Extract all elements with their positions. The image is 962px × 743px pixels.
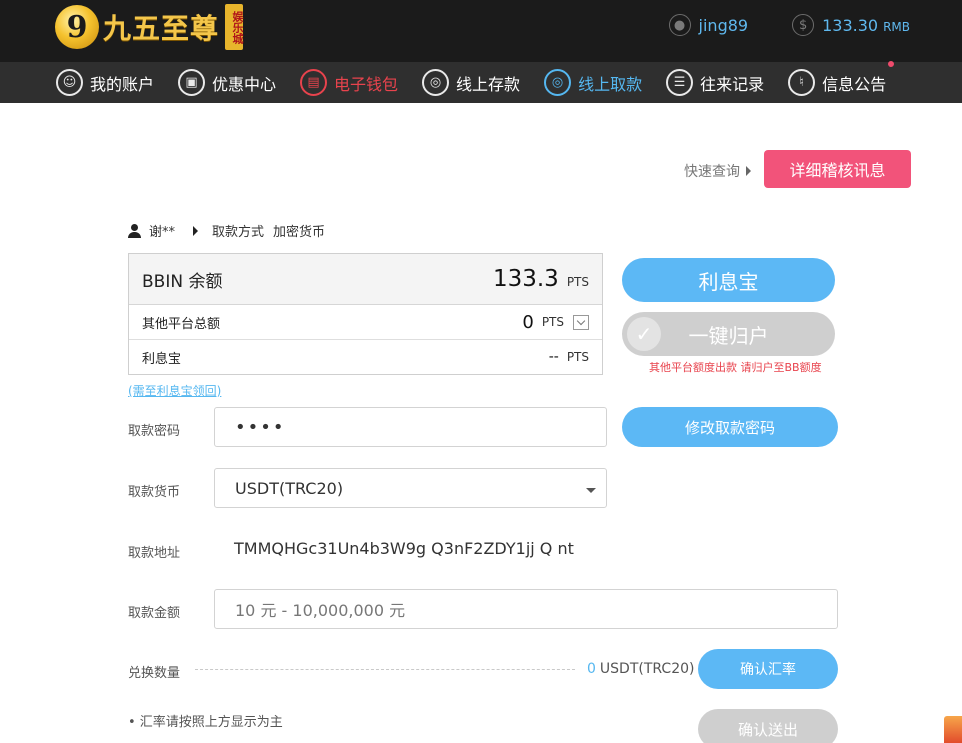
caret-right-icon	[193, 225, 199, 236]
balance-value: 133.30	[822, 15, 879, 35]
username[interactable]: jing89	[699, 16, 749, 35]
currency-selected-value: USDT(TRC20)	[235, 478, 344, 498]
nav-item-records[interactable]: ☰ 往来记录	[666, 69, 764, 96]
check-icon: ✓	[627, 317, 661, 351]
one-key-transfer-label: 一键归户	[688, 323, 769, 348]
nav-item-label: 优惠中心	[212, 74, 277, 94]
site-logo[interactable]: 9 九五至尊 娱乐城	[55, 2, 244, 52]
liyibao-claim-link[interactable]: (需至利息宝领回)	[128, 382, 221, 399]
nav-item-label: 电子钱包	[334, 74, 399, 94]
nav-item-label: 信息公告	[822, 74, 887, 94]
quick-query-label: 快速查询	[684, 164, 740, 180]
confirm-send-button[interactable]: 确认送出	[698, 709, 838, 743]
withdraw-icon: ◎	[544, 69, 572, 96]
balance-currency: RMB	[883, 19, 910, 34]
nav-item-label: 线上存款	[456, 74, 521, 94]
amount-label: 取款金额	[128, 606, 181, 621]
nav-item-deposit[interactable]: ◎ 线上存款	[422, 69, 520, 96]
other-platform-label: 其他平台总额	[142, 316, 221, 332]
breadcrumb: 谢** 取款方式 加密货币	[128, 221, 325, 240]
record-icon: ☰	[666, 69, 694, 96]
liyibao-row: 利息宝 -- PTS	[129, 340, 602, 374]
dotted-divider	[195, 669, 575, 670]
balance-panel: BBIN 余额 133.3 PTS 其他平台总额 0 PTS 利息宝 -- PTS	[128, 253, 603, 375]
user-icon: ☺	[56, 69, 83, 96]
floating-gift-icon[interactable]	[944, 716, 962, 743]
nav-item-label: 我的账户	[90, 74, 155, 94]
withdraw-amount-input[interactable]: 10 元 - 10,000,000 元	[214, 589, 838, 629]
breadcrumb-method-label: 取款方式	[212, 225, 265, 240]
gift-icon: ▣	[178, 69, 206, 96]
exchange-amount: 0 USDT(TRC20)	[587, 661, 694, 677]
one-key-transfer-note: 其他平台额度出款 请归户至BB额度	[649, 361, 822, 374]
liyibao-button[interactable]: 利息宝	[622, 258, 835, 302]
logo-badge-icon: 9	[55, 5, 99, 49]
address-label: 取款地址	[128, 546, 181, 561]
exchange-note: • 汇率请按照上方显示为主	[128, 715, 283, 730]
breadcrumb-method-value: 加密货币	[273, 225, 326, 240]
liyibao-label: 利息宝	[142, 351, 182, 367]
breadcrumb-user: 谢**	[149, 225, 176, 240]
dollar-icon: $	[792, 14, 815, 36]
confirm-rate-button[interactable]: 确认汇率	[698, 649, 838, 689]
change-password-button[interactable]: 修改取款密码	[622, 407, 838, 447]
nav-item-promotions[interactable]: ▣ 优惠中心	[178, 69, 276, 96]
withdraw-address-value: TMMQHGc31Un4b3W9g Q3nF2ZDY1jj Q nt	[234, 539, 574, 558]
nav-item-wallet[interactable]: ▤ 电子钱包	[300, 69, 398, 96]
other-platform-value: 0	[522, 311, 534, 333]
bbin-balance-value: 133.3	[492, 266, 559, 292]
bell-icon: ♮	[788, 69, 816, 96]
bbin-balance-label: BBIN 余额	[142, 271, 223, 292]
one-key-transfer-button[interactable]: ✓ 一键归户	[622, 312, 835, 356]
chevron-down-icon	[586, 488, 596, 493]
main-nav: ☺ 我的账户 ▣ 优惠中心 ▤ 电子钱包 ◎ 线上存款 ◎ 线上取款 ☰ 往来记…	[0, 61, 962, 103]
nav-item-label: 往来记录	[700, 74, 765, 94]
detail-audit-button[interactable]: 详细稽核讯息	[764, 150, 911, 188]
caret-right-icon	[746, 166, 751, 176]
pts-unit: PTS	[566, 350, 589, 364]
bbin-balance-row: BBIN 余额 133.3 PTS	[129, 254, 602, 305]
logo-subtitle: 娱乐城	[225, 4, 244, 50]
other-platform-row[interactable]: 其他平台总额 0 PTS	[129, 305, 602, 340]
exchange-unit: USDT(TRC20)	[599, 661, 695, 677]
password-label: 取款密码	[128, 424, 181, 439]
nav-item-withdraw[interactable]: ◎ 线上取款	[544, 69, 642, 96]
logo-text: 九五至尊	[103, 12, 220, 45]
balance-display: $ 133.30 RMB	[792, 14, 910, 36]
wallet-icon: ▤	[300, 69, 328, 96]
quick-query-link[interactable]: 快速查询	[684, 161, 751, 181]
withdraw-password-input[interactable]: ••••	[214, 407, 607, 447]
person-icon	[128, 223, 141, 238]
exchange-number: 0	[587, 661, 596, 677]
notification-dot	[888, 61, 895, 67]
currency-label: 取款货币	[128, 485, 181, 500]
user-area: ● jing89 $ 133.30 RMB	[668, 14, 910, 36]
nav-item-label: 线上取款	[578, 74, 643, 94]
nav-item-account[interactable]: ☺ 我的账户	[56, 69, 154, 96]
pts-unit: PTS	[566, 275, 589, 289]
pts-unit: PTS	[541, 315, 564, 329]
liyibao-value: --	[548, 349, 559, 365]
exchange-label: 兑换数量	[128, 666, 181, 681]
currency-select[interactable]: USDT(TRC20)	[214, 468, 607, 508]
deposit-icon: ◎	[422, 69, 450, 96]
top-header: 9 九五至尊 娱乐城 ● jing89 $ 133.30 RMB	[0, 0, 962, 62]
nav-item-announcements[interactable]: ♮ 信息公告	[788, 61, 895, 96]
user-icon: ●	[668, 14, 691, 36]
expand-toggle-icon[interactable]	[573, 314, 589, 330]
